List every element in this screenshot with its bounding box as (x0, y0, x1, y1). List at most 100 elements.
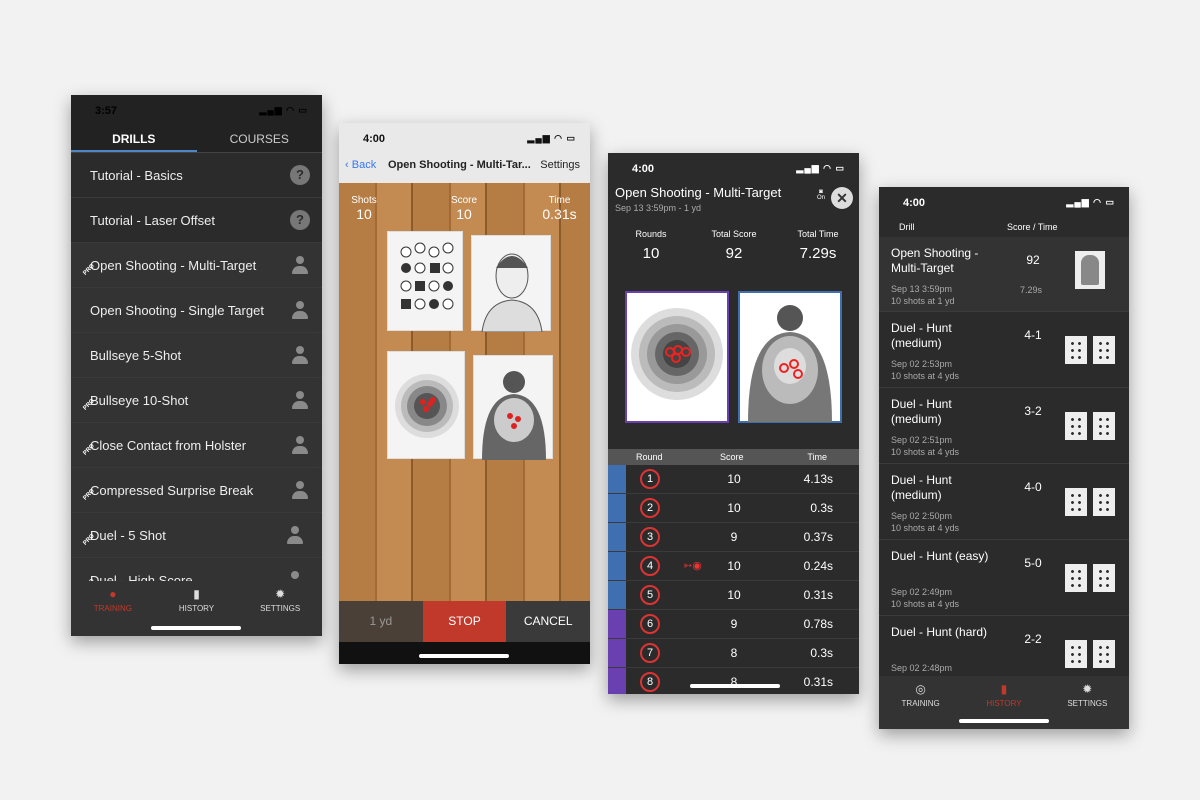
gear-icon: ✹ (275, 587, 286, 601)
history-score: 4-0 (1024, 480, 1042, 494)
summary-score-label: Total Score (711, 229, 757, 239)
drill-item[interactable]: PRO Open Shooting - Multi-Target (71, 243, 322, 288)
drill-item[interactable]: Open Shooting - Single Target (71, 288, 322, 333)
person-icon (291, 256, 309, 276)
nav-training[interactable]: ● TRAINING (71, 581, 155, 636)
cancel-button[interactable]: CANCEL (506, 601, 590, 642)
col-score-time: Score / Time (1007, 222, 1058, 232)
back-button[interactable]: ‹ Back (345, 159, 376, 171)
history-item[interactable]: Duel - Hunt (medium) Sep 02 2:50pm 10 shot… (879, 464, 1129, 540)
history-score: 92 (1026, 253, 1040, 267)
round-number: 7 (640, 643, 660, 663)
signal-wifi-battery-icon: ▂▄▆ ◠ ▭ (796, 163, 845, 173)
session-summary: Rounds 10 Total Score 92 Total Time 7.29… (608, 229, 859, 279)
stat-time-label: Time (548, 195, 571, 206)
target-thumbnail-icon (1093, 412, 1115, 440)
status-time: 4:00 (632, 163, 655, 175)
round-number: 1 (640, 469, 660, 489)
status-bar: 4:00 ▂▄▆ ◠ ▭ (339, 123, 590, 153)
drill-label: Compressed Surprise Break (90, 483, 254, 498)
drill-item[interactable]: PRO Compressed Surprise Break (71, 468, 322, 513)
round-score: 10 (727, 501, 741, 515)
face-target-image (481, 253, 543, 333)
session-subtitle: Sep 13 3:59pm - 1 yd (615, 203, 702, 213)
history-score: 4-1 (1024, 328, 1042, 342)
status-time: 4:00 (903, 197, 926, 209)
drill-list: Tutorial - Basics? Tutorial - Laser Offse… (71, 153, 322, 603)
table-row[interactable]: 7 8 0.3s (608, 639, 859, 668)
drill-item[interactable]: PRO Bullseye 10-Shot (71, 378, 322, 423)
table-row[interactable]: 3 9 0.37s (608, 523, 859, 552)
history-item[interactable]: Open Shooting - Multi-Target Sep 13 3:59p… (879, 237, 1129, 312)
back-label: Back (351, 159, 377, 171)
nav-history-label: HISTORY (178, 604, 215, 613)
history-item[interactable]: Duel - Hunt (medium) Sep 02 2:53pm 10 shot… (879, 312, 1129, 388)
summary-rounds-value: 10 (642, 245, 660, 262)
target-thumbnail-icon (1093, 640, 1115, 668)
table-row[interactable]: 6 9 0.78s (608, 610, 859, 639)
home-indicator (151, 626, 241, 630)
shooting-controls: 1 yd STOP CANCEL (339, 601, 590, 642)
table-row[interactable]: 4 ➳◉ 10 0.24s (608, 552, 859, 581)
drill-item[interactable]: Bullseye 5-Shot (71, 333, 322, 378)
target-thumbnail-icon (1093, 488, 1115, 516)
round-number: 2 (640, 498, 660, 518)
settings-button[interactable]: Settings (540, 159, 580, 171)
table-row[interactable]: 5 10 0.31s (608, 581, 859, 610)
target-icon: ● (109, 587, 117, 601)
stop-button[interactable]: STOP (422, 601, 507, 642)
history-item[interactable]: Duel - Hunt (easy) Sep 02 2:49pm 10 shots … (879, 540, 1129, 616)
round-group-stripe (608, 581, 626, 609)
round-group-stripe (608, 610, 626, 638)
drill-item[interactable]: Tutorial - Laser Offset? (71, 198, 322, 243)
round-number: 5 (640, 585, 660, 605)
history-drill-name: Duel - Hunt (medium) (891, 321, 952, 350)
drill-item[interactable]: PRO Duel - 5 Shot (71, 513, 322, 558)
history-detail: 10 shots at 4 yds (891, 371, 960, 381)
status-bar: 3:57 ▂▄▆ ◠ ▭ (71, 95, 322, 125)
drill-item[interactable]: PRO Close Contact from Holster (71, 423, 322, 468)
history-drill-name: Duel - Hunt (medium) (891, 473, 952, 502)
target-thumbnail-icon (1065, 412, 1087, 440)
drill-item[interactable]: Tutorial - Basics? (71, 153, 322, 198)
history-item[interactable]: Duel - Hunt (medium) Sep 02 2:51pm 10 shot… (879, 388, 1129, 464)
drill-label: Open Shooting - Multi-Target (90, 258, 257, 273)
round-score: 10 (727, 588, 741, 602)
col-time: Time (807, 452, 827, 462)
rounds-table: 1 10 4.13s 2 10 0.3s 3 9 0.37s 4 ➳◉ 10 0.24s 5 10 0.31s… (608, 465, 859, 694)
history-date: Sep 02 2:50pm (891, 511, 953, 521)
round-group-stripe (608, 523, 626, 551)
history-drill-name: Duel - Hunt (easy) (891, 549, 989, 563)
table-row[interactable]: 1 10 4.13s (608, 465, 859, 494)
tab-drills[interactable]: DRILLS (71, 125, 197, 152)
table-row[interactable]: 8 8 0.31s (608, 668, 859, 694)
nav-history-label: HISTORY (986, 699, 1022, 708)
camera-toggle[interactable]: ◙ On (817, 189, 825, 201)
history-phone: 4:00 ▂▄▆ ◠ ▭ Drill Score / Time Open Sho… (879, 187, 1129, 729)
stat-time: Time 0.31s (537, 195, 582, 222)
round-group-stripe (608, 465, 626, 493)
round-score: 10 (727, 472, 741, 486)
tab-courses[interactable]: COURSES (197, 125, 323, 152)
history-score: 5-0 (1024, 556, 1042, 570)
history-date: Sep 02 2:51pm (891, 435, 953, 445)
target-thumbnail-icon (1093, 564, 1115, 592)
status-bar: 4:00 ▂▄▆ ◠ ▭ (608, 153, 859, 183)
summary-time-value: 7.29s (799, 245, 837, 262)
round-time: 0.78s (803, 617, 833, 631)
target-paper-face (471, 235, 551, 333)
distance-selector[interactable]: 1 yd (339, 601, 423, 642)
history-detail: 10 shots at 4 yds (891, 523, 960, 533)
target-paper-bullseye (387, 351, 465, 459)
rounds-table-header: Round Score Time (608, 449, 859, 465)
nav-settings[interactable]: ✹ SETTINGS (1046, 676, 1129, 729)
nav-training[interactable]: ◎ TRAINING (879, 676, 962, 729)
close-button[interactable]: ✕ (831, 187, 853, 209)
person-icon (291, 346, 309, 366)
status-bar: 4:00 ▂▄▆ ◠ ▭ (879, 187, 1129, 217)
nav-settings[interactable]: ✹ SETTINGS (238, 581, 322, 636)
person-icon (291, 301, 309, 321)
round-number: 6 (640, 614, 660, 634)
table-row[interactable]: 2 10 0.3s (608, 494, 859, 523)
shooting-phone: 4:00 ▂▄▆ ◠ ▭ ‹ Back Open Shooting - Mult… (339, 123, 590, 664)
